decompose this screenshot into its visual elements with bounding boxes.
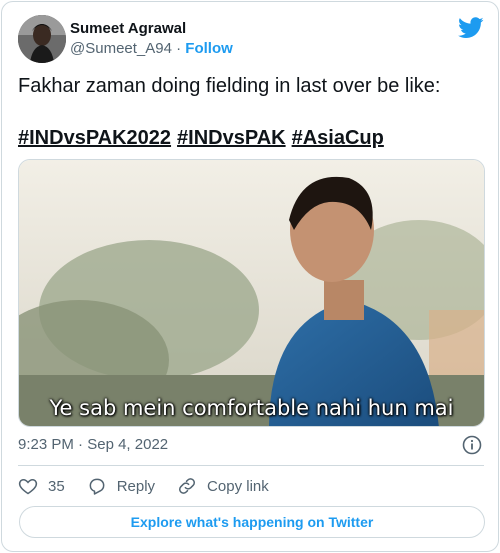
tweet-date[interactable]: Sep 4, 2022	[87, 436, 168, 453]
copy-link-button[interactable]: Copy link	[177, 476, 269, 496]
info-icon[interactable]	[462, 435, 482, 455]
reply-bubble-icon	[89, 478, 105, 495]
tweet-text: Fakhar zaman doing fielding in last over…	[18, 75, 441, 97]
tweet-media[interactable]: Ye sab mein comfortable nahi hun mai	[18, 159, 485, 427]
tweet-body: Fakhar zaman doing fielding in last over…	[18, 72, 484, 152]
tweet-card: Sumeet Agrawal @Sumeet_A94 · Follow Fakh…	[1, 1, 499, 552]
hashtag-row: #INDvsPAK2022 #INDvsPAK #AsiaCup	[18, 124, 484, 152]
author-handle-row: @Sumeet_A94 · Follow	[70, 39, 233, 59]
hashtag-link[interactable]: #AsiaCup	[292, 127, 384, 149]
reply-button[interactable]: Reply	[87, 476, 155, 496]
explore-button[interactable]: Explore what's happening on Twitter	[19, 506, 485, 538]
hashtag-link[interactable]: #INDvsPAK2022	[18, 127, 171, 149]
copy-link-label: Copy link	[207, 477, 269, 495]
heart-icon	[18, 478, 38, 495]
tweet-meta: 9:23 PM · Sep 4, 2022	[18, 435, 484, 455]
follow-button[interactable]: Follow	[185, 40, 233, 57]
meta-separator: ·	[78, 436, 84, 453]
reply-label: Reply	[116, 477, 156, 495]
tweet-actions: 35 Reply Copy link	[18, 474, 484, 498]
author-handle[interactable]: @Sumeet_A94	[70, 40, 172, 57]
media-image	[19, 160, 484, 426]
avatar[interactable]	[18, 15, 66, 63]
hashtag-link[interactable]: #INDvsPAK	[177, 127, 286, 149]
author-display-name[interactable]: Sumeet Agrawal	[70, 19, 233, 39]
twitter-bird-icon[interactable]	[458, 17, 484, 39]
author-names: Sumeet Agrawal @Sumeet_A94 · Follow	[70, 19, 233, 59]
tweet-time[interactable]: 9:23 PM	[18, 436, 74, 453]
divider	[18, 465, 484, 466]
link-icon	[179, 478, 196, 494]
media-caption: Ye sab mein comfortable nahi hun mai	[49, 396, 454, 420]
avatar-image	[18, 15, 66, 63]
like-button[interactable]: 35	[18, 476, 65, 496]
handle-separator: ·	[176, 40, 182, 57]
like-count: 35	[48, 477, 65, 495]
tweet-header: Sumeet Agrawal @Sumeet_A94 · Follow	[18, 15, 484, 63]
